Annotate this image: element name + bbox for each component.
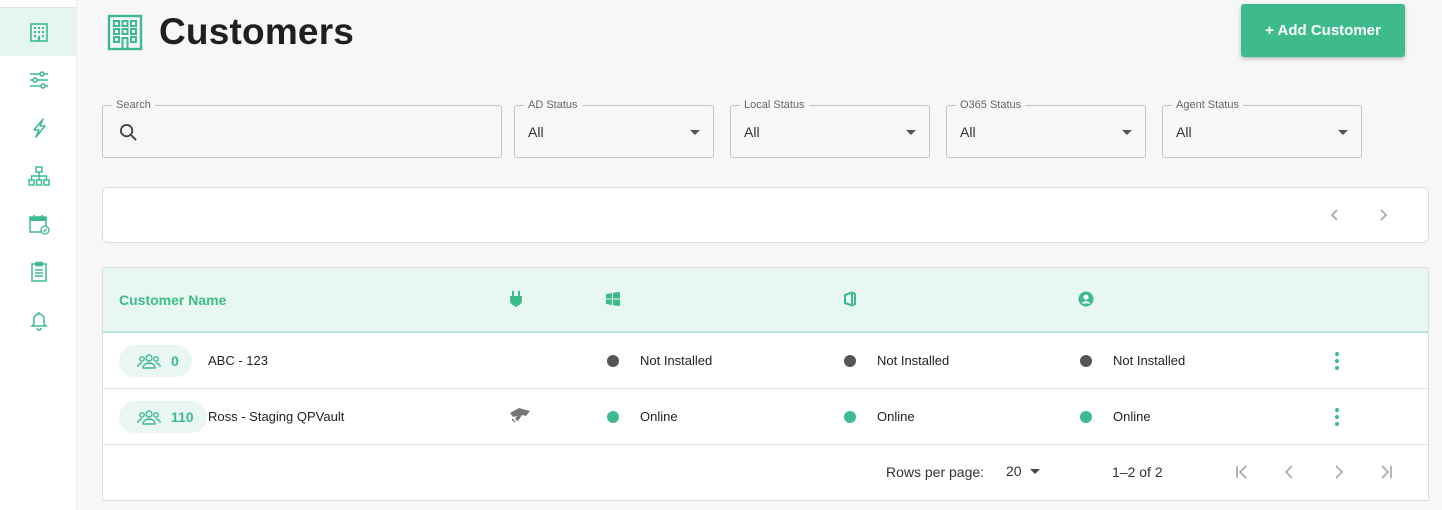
users-icon [137,354,161,369]
ad-status-label: AD Status [524,98,582,112]
page-title: Customers [159,11,355,52]
windows-status: Not Installed [607,353,712,368]
page-range: 1–2 of 2 [1112,464,1163,480]
last-page-icon[interactable] [1377,463,1395,481]
status-dot [1080,410,1092,423]
chevron-down-icon [690,130,700,135]
chevron-right-icon[interactable] [1375,207,1391,223]
windows-icon [606,292,620,306]
building-icon [107,14,143,51]
windows-status: Online [607,409,678,424]
sidebar-item-settings[interactable] [0,56,77,104]
status-dot [844,354,856,367]
toolbar-card [102,187,1429,243]
status-text: Not Installed [877,353,950,368]
status-text: Online [640,409,678,424]
user-count: 110 [171,409,194,425]
local-status-select[interactable]: Local Status All [730,98,930,158]
ad-status-value: All [528,124,544,140]
sliders-icon [29,71,48,89]
column-customer-name[interactable]: Customer Name [119,292,226,308]
local-status-label: Local Status [740,98,809,112]
sidebar-item-reports[interactable] [0,248,77,296]
add-customer-button[interactable]: + Add Customer [1241,4,1405,57]
sidebar-item-hierarchy[interactable] [0,152,77,200]
agent-status-select[interactable]: Agent Status All [1162,98,1362,158]
connector-icon [510,408,530,423]
chevron-down-icon [906,130,916,135]
chevron-down-icon [1122,130,1132,135]
table-row[interactable]: 110 Ross - Staging QPVault Online Online… [103,389,1428,445]
status-text: Not Installed [640,353,713,368]
plug-icon [510,291,522,307]
sidebar-item-activity[interactable] [0,104,77,152]
more-actions-icon[interactable] [1332,406,1342,428]
calendar-check-icon [28,215,50,235]
sidebar-item-schedule[interactable] [0,200,77,248]
o365-status-value: All [960,124,976,140]
office-status: Not Installed [844,353,949,368]
table-pagination: Rows per page: 20 1–2 of 2 [103,444,1428,500]
chevron-right-icon[interactable] [1329,463,1347,481]
customer-name[interactable]: ABC - 123 [208,353,268,368]
agent-status: Not Installed [1080,353,1185,368]
caret-down-icon [1029,468,1040,474]
search-icon [119,123,137,141]
table-header: Customer Name [103,268,1428,333]
sidebar-item-customers[interactable] [0,8,77,56]
status-text: Not Installed [1113,353,1186,368]
status-dot [607,354,619,367]
user-count-badge[interactable]: 0 [119,345,192,377]
user-count-badge[interactable]: 110 [119,401,207,433]
clipboard-icon [30,261,47,282]
lightning-icon [32,118,46,138]
users-icon [137,410,161,425]
search-field[interactable]: Search [102,98,587,158]
status-dot [607,410,619,423]
bell-icon [29,312,48,331]
sidebar-item-alerts[interactable] [0,296,77,344]
status-dot [1080,354,1092,367]
agent-status-label: Agent Status [1172,98,1243,112]
rows-per-page-label: Rows per page: [886,464,985,480]
page-header: Customers [106,10,354,54]
customers-table: Customer Name 0 ABC - 123 Not Installed … [102,267,1429,501]
agent-status-value: All [1176,124,1192,140]
customer-name[interactable]: Ross - Staging QPVault [208,409,344,424]
search-label: Search [112,98,155,112]
rows-per-page-select[interactable]: 20 [1006,463,1040,479]
agent-status: Online [1080,409,1151,424]
status-text: Online [1113,409,1151,424]
office-icon [844,291,856,307]
office-status: Online [844,409,915,424]
chevron-down-icon [1338,130,1348,135]
sitemap-icon [27,166,50,186]
o365-status-label: O365 Status [956,98,1026,112]
user-count: 0 [171,353,179,369]
chevron-left-icon[interactable] [1281,463,1299,481]
local-status-value: All [744,124,760,140]
ad-status-select[interactable]: AD Status All [514,98,714,158]
status-text: Online [877,409,915,424]
chevron-left-icon[interactable] [1327,207,1343,223]
sidebar [0,0,77,510]
table-row[interactable]: 0 ABC - 123 Not Installed Not Installed … [103,333,1428,389]
o365-status-select[interactable]: O365 Status All [946,98,1146,158]
building-icon [29,23,48,42]
user-circle-icon [1078,291,1094,307]
first-page-icon[interactable] [1233,463,1251,481]
more-actions-icon[interactable] [1332,350,1342,372]
rows-per-page-value: 20 [1006,463,1022,479]
status-dot [844,410,856,423]
